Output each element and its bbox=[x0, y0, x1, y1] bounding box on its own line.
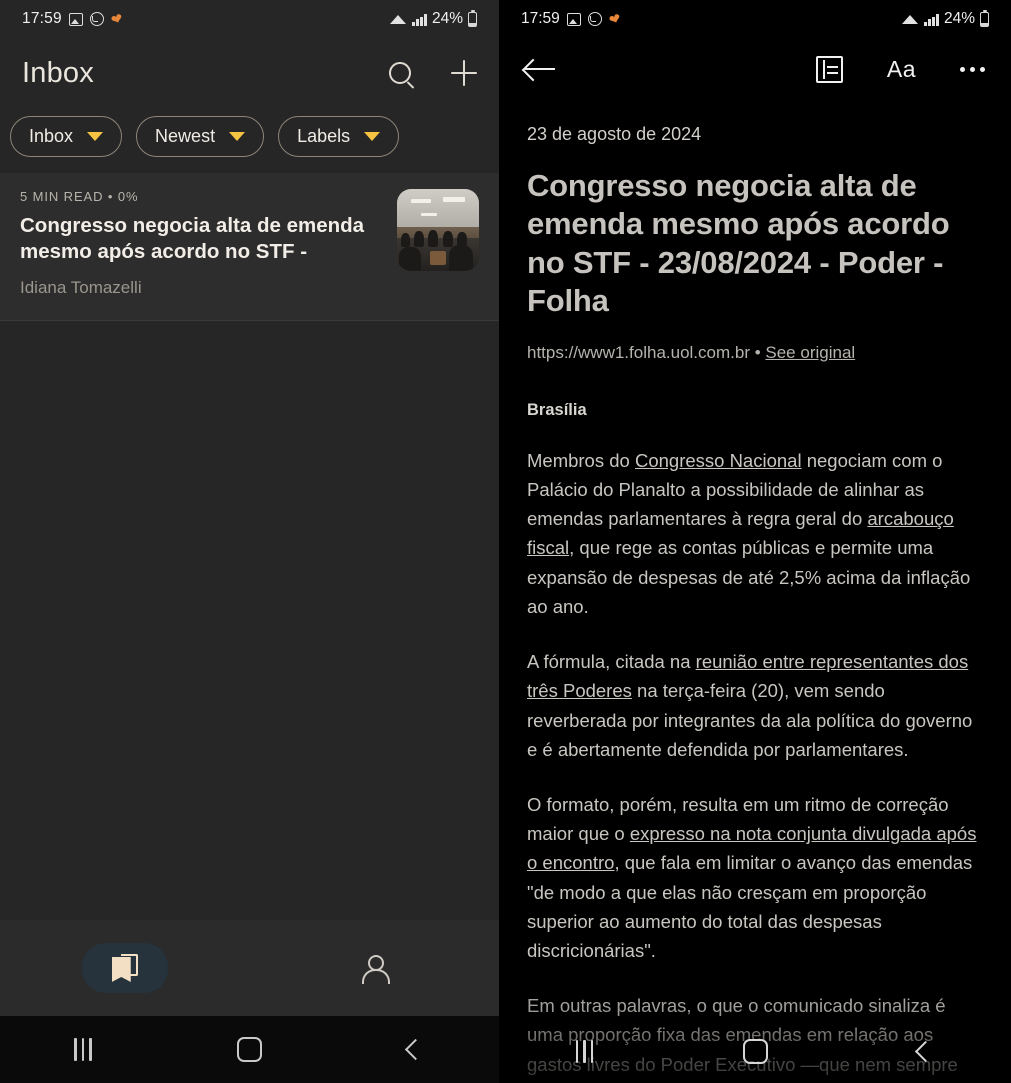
reader-toolbar-actions: Aa bbox=[815, 55, 985, 83]
home-icon bbox=[236, 1037, 262, 1062]
article-inline-link[interactable]: Congresso Nacional bbox=[635, 450, 802, 471]
text-size-button[interactable]: Aa bbox=[887, 56, 916, 83]
photos-icon bbox=[68, 12, 83, 26]
home-button[interactable] bbox=[166, 1037, 332, 1062]
article-text-run: , que rege as contas públicas e permite … bbox=[527, 537, 971, 617]
battery-percent: 24% bbox=[943, 10, 975, 27]
back-icon bbox=[405, 1038, 427, 1061]
android-nav-bar-left bbox=[0, 1016, 499, 1083]
empty-list-area bbox=[0, 320, 499, 920]
list-item-author: Idiana Tomazelli bbox=[20, 277, 142, 297]
library-tab-pill bbox=[81, 943, 168, 993]
article-text-run: Membros do bbox=[527, 449, 635, 471]
chevron-down-icon bbox=[229, 132, 246, 141]
article-paragraph: Em outras palavras, o que o comunicado s… bbox=[527, 991, 983, 1083]
article-reader-screen: 17:59 ❤ 24% Aa 23 de agosto de 2024 Cong… bbox=[499, 0, 1011, 1083]
header-actions bbox=[389, 60, 477, 86]
chip-inbox[interactable]: Inbox bbox=[10, 116, 123, 157]
chip-labels[interactable]: Labels bbox=[278, 116, 400, 157]
article-paragraph: O formato, porém, resulta em um ritmo de… bbox=[527, 790, 983, 965]
article-thumbnail bbox=[397, 189, 479, 271]
signal-icon bbox=[412, 13, 427, 26]
article-title: Congresso negocia alta de emenda mesmo a… bbox=[527, 168, 950, 319]
dual-screenshot-container: 17:59 ❤ 24% Inbox Inbox Newest Labels 5 … bbox=[0, 0, 1011, 1083]
recents-button[interactable] bbox=[0, 1038, 166, 1061]
chevron-down-icon bbox=[87, 132, 104, 141]
battery-icon bbox=[468, 9, 477, 27]
heart-icon: ❤ bbox=[108, 9, 126, 29]
chevron-down-icon bbox=[364, 132, 381, 141]
article-source: https://www1.folha.uol.com.br • See orig… bbox=[527, 343, 983, 363]
source-url: https://www1.folha.uol.com.br bbox=[527, 342, 750, 362]
article-paragraph: Membros do Congresso Nacional negociam c… bbox=[527, 446, 983, 621]
inbox-header: Inbox bbox=[0, 38, 499, 108]
chip-labels-label: Labels bbox=[297, 126, 351, 146]
whatsapp-icon bbox=[89, 12, 104, 26]
list-item-text: 5 MIN READ • 0% Congresso negocia alta d… bbox=[20, 189, 383, 298]
status-time: 17:59 bbox=[521, 10, 560, 27]
bookmark-icon bbox=[111, 954, 138, 982]
photos-icon bbox=[566, 12, 581, 26]
status-bar-right-right-group: 24% bbox=[902, 9, 989, 28]
whatsapp-icon bbox=[587, 12, 602, 26]
status-bar-right: 17:59 ❤ 24% bbox=[499, 0, 1011, 38]
article-content: 23 de agosto de 2024 Congresso negocia a… bbox=[499, 100, 1011, 1083]
arrow-back-icon[interactable] bbox=[525, 58, 557, 80]
article-dateline: Brasília bbox=[527, 400, 587, 419]
source-separator: • bbox=[749, 342, 766, 362]
article-text-run: Em outras palavras, o que o comunicado s… bbox=[527, 995, 958, 1083]
profile-tab[interactable] bbox=[250, 954, 500, 984]
article-text-run: A fórmula, citada na bbox=[527, 651, 696, 673]
back-button[interactable] bbox=[333, 1038, 499, 1061]
signal-icon bbox=[924, 13, 939, 26]
battery-icon bbox=[980, 9, 989, 27]
status-bar-right-group: 24% bbox=[390, 9, 477, 28]
article-paragraph: A fórmula, citada na reunião entre repre… bbox=[527, 647, 983, 764]
see-original-link[interactable]: See original bbox=[765, 343, 855, 362]
chip-newest-label: Newest bbox=[155, 126, 216, 146]
read-time-progress: 5 MIN READ • 0% bbox=[20, 189, 139, 204]
status-bar-right-left-group: 17:59 ❤ bbox=[521, 9, 623, 29]
recents-icon bbox=[74, 1038, 92, 1061]
list-item-title: Congresso negocia alta de emenda mesmo a… bbox=[20, 214, 365, 263]
status-bar-left: 17:59 ❤ 24% bbox=[0, 0, 499, 38]
wifi-icon bbox=[390, 13, 407, 26]
chip-inbox-label: Inbox bbox=[29, 126, 74, 146]
inbox-screen: 17:59 ❤ 24% Inbox Inbox Newest Labels 5 … bbox=[0, 0, 499, 1083]
chip-newest[interactable]: Newest bbox=[136, 116, 265, 157]
article-paragraphs: Membros do Congresso Nacional negociam c… bbox=[527, 446, 983, 1083]
search-icon[interactable] bbox=[389, 62, 411, 84]
status-bar-left-group: 17:59 ❤ bbox=[22, 9, 126, 29]
status-time: 17:59 bbox=[22, 10, 62, 27]
filter-chips: Inbox Newest Labels bbox=[0, 108, 499, 173]
heart-icon: ❤ bbox=[606, 9, 623, 29]
reader-view-icon[interactable] bbox=[815, 55, 843, 83]
more-options-icon[interactable] bbox=[960, 66, 985, 72]
list-item[interactable]: 5 MIN READ • 0% Congresso negocia alta d… bbox=[0, 173, 499, 321]
plus-icon[interactable] bbox=[451, 60, 477, 86]
page-title: Inbox bbox=[22, 56, 94, 89]
library-tab[interactable] bbox=[0, 943, 250, 993]
bottom-navigation bbox=[0, 920, 499, 1016]
wifi-icon bbox=[902, 13, 919, 26]
person-icon bbox=[361, 954, 391, 984]
reader-toolbar: Aa bbox=[499, 38, 1011, 100]
article-date: 23 de agosto de 2024 bbox=[527, 124, 702, 144]
battery-percent: 24% bbox=[431, 10, 463, 27]
